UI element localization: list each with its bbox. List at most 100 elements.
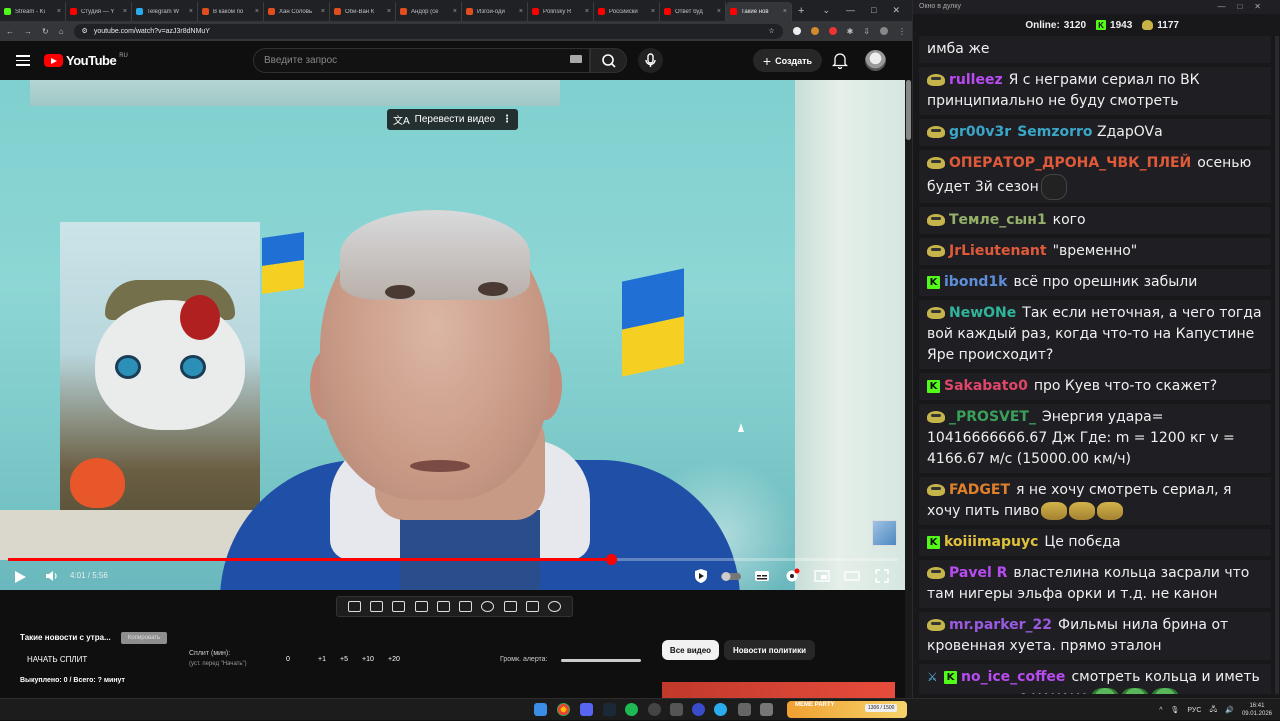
tab-close-icon[interactable]: ×	[519, 8, 523, 15]
chat-username[interactable]: Темле_сын1	[949, 212, 1047, 228]
translate-video-button[interactable]: 文A Перевести видео ⋮	[387, 109, 518, 130]
browser-tab[interactable]: Российски ×	[594, 2, 660, 21]
autoplay-toggle-icon[interactable]	[720, 568, 742, 584]
alert-volume-slider[interactable]	[561, 659, 641, 662]
play-icon[interactable]	[15, 571, 26, 583]
keyboard-icon[interactable]	[570, 55, 582, 63]
chat-window-controls[interactable]: —□✕	[1217, 2, 1273, 11]
forward-icon[interactable]: →	[24, 27, 32, 36]
downloads-icon[interactable]: ⇩	[863, 27, 870, 36]
new-tab-button[interactable]: +	[792, 5, 810, 17]
start-menu-icon[interactable]	[534, 703, 547, 716]
chat-username[interactable]: rulleez	[949, 72, 1003, 88]
tab-close-icon[interactable]: ×	[585, 8, 589, 15]
home-icon[interactable]: ⌂	[59, 27, 64, 36]
chat-username[interactable]: _PROSVET_	[949, 409, 1036, 425]
split-add-button[interactable]: +1	[318, 656, 326, 663]
picture-in-picture-icon[interactable]	[436, 601, 450, 612]
extension-icon[interactable]	[792, 27, 801, 35]
network-icon[interactable]: 🖧	[1209, 705, 1217, 716]
split-add-button[interactable]: +10	[362, 656, 374, 663]
browser-tab[interactable]: В каком по ×	[198, 2, 264, 21]
settings-gear-icon[interactable]	[784, 568, 800, 584]
search-button[interactable]	[590, 48, 627, 73]
subtitles-icon[interactable]	[754, 568, 770, 584]
tab-close-icon[interactable]: ×	[123, 8, 127, 15]
tab-close-icon[interactable]: ×	[57, 8, 61, 15]
chrome-icon[interactable]	[557, 703, 570, 716]
miniplayer-icon[interactable]	[814, 568, 830, 584]
telegram-icon[interactable]	[714, 703, 727, 716]
app-icon[interactable]	[760, 703, 773, 716]
video-player[interactable]: 文A Перевести видео ⋮ 4:01 / 5:56	[0, 80, 905, 590]
tab-close-icon[interactable]: ×	[387, 8, 391, 15]
microphone-icon[interactable]: 🎙	[1171, 706, 1180, 714]
chat-username[interactable]: mr.parker_22	[949, 617, 1052, 633]
browser-tab[interactable]: Polinsky R ×	[528, 2, 594, 21]
list-icon[interactable]	[459, 601, 473, 612]
chat-username[interactable]: koiiimapuyc	[944, 534, 1038, 550]
create-button[interactable]: + Создать	[753, 49, 822, 72]
fullscreen-icon[interactable]	[874, 568, 890, 584]
steam-icon[interactable]	[603, 703, 616, 716]
chat-username[interactable]: JrLieutenant	[949, 243, 1047, 259]
chat-username[interactable]: ibond1k	[944, 274, 1007, 290]
browser-tab[interactable]: Изгой-оди ×	[462, 2, 528, 21]
tab-close-icon[interactable]: ×	[255, 8, 259, 15]
extensions-puzzle-icon[interactable]: ✱	[847, 27, 854, 36]
tab-close-icon[interactable]: ×	[189, 8, 193, 15]
chat-username[interactable]: ОПЕРАТОР_ДРОНА_ЧВК_ПЛЕЙ	[949, 155, 1191, 171]
extension-icon[interactable]	[810, 27, 819, 35]
tab-close-icon[interactable]: ×	[651, 8, 655, 15]
site-info-icon[interactable]: ⚙	[82, 27, 88, 35]
chat-username[interactable]: NewONe	[949, 305, 1016, 321]
reload-icon[interactable]: ↻	[42, 27, 49, 36]
browser-tab[interactable]: Stream - Ki ×	[0, 2, 66, 21]
browser-tab[interactable]: Андор (се ×	[396, 2, 462, 21]
obs-icon[interactable]	[648, 703, 661, 716]
discord-icon[interactable]	[580, 703, 593, 716]
browser-tab[interactable]: Хан Соловь ×	[264, 2, 330, 21]
chevron-up-icon[interactable]: ^	[1159, 707, 1162, 714]
maximize-icon[interactable]: □	[871, 5, 876, 16]
browser-tab[interactable]: Такие нов ×	[726, 2, 792, 21]
chat-mention[interactable]: Semzorro	[1017, 124, 1092, 140]
close-icon[interactable]: ✕	[892, 5, 900, 16]
clock[interactable]: 16:41 09.01.2026	[1242, 702, 1272, 718]
minimize-icon[interactable]: —	[846, 5, 855, 16]
tab-close-icon[interactable]: ×	[717, 8, 721, 15]
audio-wave-icon[interactable]	[369, 601, 383, 612]
volume-icon[interactable]	[44, 568, 60, 584]
spotify-icon[interactable]	[625, 703, 638, 716]
browser-menu-icon[interactable]: ⋮	[898, 27, 906, 36]
account-avatar[interactable]	[865, 50, 886, 71]
speed-gauge-icon[interactable]	[481, 601, 495, 612]
page-scrollbar[interactable]	[905, 80, 912, 698]
dropdown-icon[interactable]: ⌄	[822, 5, 830, 16]
back-icon[interactable]: ←	[6, 27, 14, 36]
hamburger-menu-icon[interactable]	[16, 55, 30, 66]
browser-tab[interactable]: Оби-Ван К ×	[330, 2, 396, 21]
chat-username[interactable]: FADGET	[949, 482, 1010, 498]
recommended-video-thumbnail[interactable]	[662, 682, 895, 698]
add-icon[interactable]	[503, 601, 517, 612]
film-icon[interactable]	[414, 601, 428, 612]
split-add-button[interactable]: +20	[388, 656, 400, 663]
camera-icon[interactable]	[526, 601, 540, 612]
youtube-logo[interactable]: YouTube RU	[44, 53, 128, 68]
voice-search-button[interactable]	[638, 48, 663, 73]
gear-icon[interactable]	[548, 601, 562, 612]
loop-icon[interactable]	[347, 601, 361, 612]
chat-message-list[interactable]: имба же rulleez Я с неграми сериал по ВК п…	[919, 36, 1271, 694]
chat-username[interactable]: Pavel R	[949, 565, 1007, 581]
tab-close-icon[interactable]: ×	[783, 8, 787, 15]
tab-close-icon[interactable]: ×	[321, 8, 325, 15]
extension-icon[interactable]	[828, 27, 837, 35]
scrollbar-thumb[interactable]	[906, 80, 911, 140]
address-bar[interactable]: ⚙ youtube.com/watch?v=azJ3r8dNMuY ☆	[73, 23, 783, 39]
chip-all-videos[interactable]: Все видео	[662, 640, 719, 660]
chat-scrollbar[interactable]	[1275, 36, 1279, 694]
app-icon[interactable]	[670, 703, 683, 716]
channel-watermark[interactable]	[872, 520, 897, 546]
theater-mode-icon[interactable]	[844, 568, 860, 584]
